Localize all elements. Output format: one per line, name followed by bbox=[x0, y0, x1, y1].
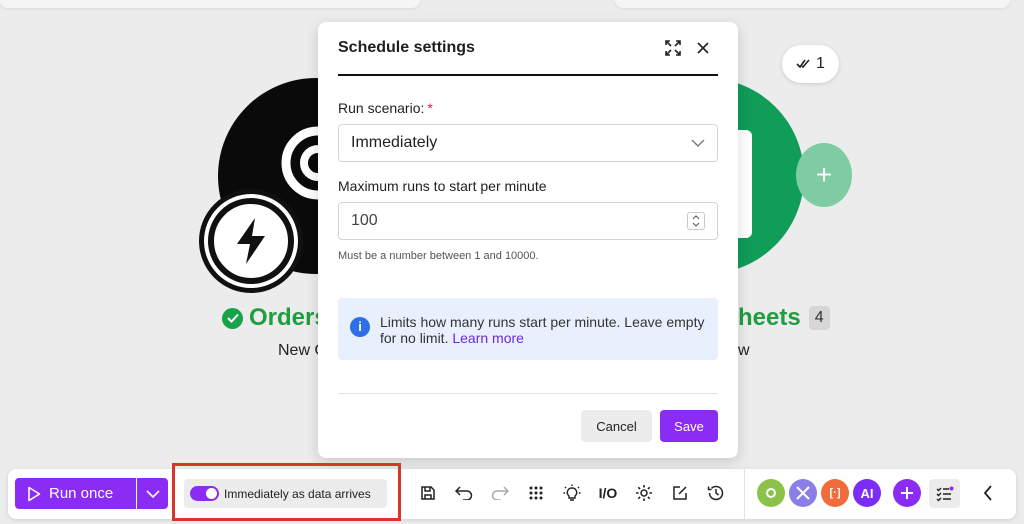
highlight-box bbox=[172, 463, 401, 521]
top-panel-right bbox=[615, 0, 1010, 8]
history-icon[interactable] bbox=[703, 480, 729, 506]
info-icon: i bbox=[350, 317, 370, 337]
redo-icon[interactable] bbox=[487, 480, 513, 506]
info-text: Limits how many runs start per minute. L… bbox=[380, 314, 705, 346]
run-once-label: Run once bbox=[49, 485, 114, 502]
chevron-down-icon bbox=[145, 489, 160, 498]
max-runs-value: 100 bbox=[351, 212, 378, 229]
run-options-button[interactable] bbox=[137, 478, 168, 509]
lightning-icon bbox=[237, 218, 265, 264]
dialog-title: Schedule settings bbox=[338, 39, 475, 56]
chevron-down-icon bbox=[691, 139, 705, 147]
io-icon[interactable]: I/O bbox=[595, 480, 621, 506]
run-once-button[interactable]: Run once bbox=[15, 478, 136, 509]
checklist-icon[interactable] bbox=[929, 479, 960, 508]
run-scenario-value: Immediately bbox=[351, 134, 438, 151]
max-runs-label: Maximum runs to start per minute bbox=[338, 178, 547, 194]
info-callout: i Limits how many runs start per minute.… bbox=[338, 298, 718, 360]
success-check-icon bbox=[222, 307, 243, 329]
orders-module-title: Orders bbox=[222, 304, 328, 332]
sheets-module-name: heets bbox=[738, 304, 801, 331]
orders-module-name: Orders bbox=[249, 304, 328, 331]
expand-icon[interactable] bbox=[658, 33, 688, 63]
max-runs-help: Must be a number between 1 and 10000. bbox=[338, 250, 539, 262]
run-scenario-label: Run scenario: * bbox=[338, 100, 433, 116]
operations-count: 1 bbox=[816, 55, 825, 72]
plus-icon: + bbox=[815, 159, 833, 190]
play-icon bbox=[28, 486, 41, 501]
undo-icon[interactable] bbox=[451, 480, 477, 506]
cancel-button[interactable]: Cancel bbox=[581, 410, 652, 442]
top-panel-left bbox=[0, 0, 420, 8]
save-icon[interactable] bbox=[415, 480, 441, 506]
dialog-divider bbox=[338, 393, 718, 394]
settings-gear-icon[interactable] bbox=[631, 480, 657, 506]
stepper-arrows-icon bbox=[692, 215, 700, 227]
add-module-button[interactable]: + bbox=[796, 143, 852, 207]
text-parser-icon[interactable]: [·] bbox=[821, 479, 849, 507]
required-mark: * bbox=[427, 100, 433, 116]
operations-badge[interactable]: 1 bbox=[782, 45, 839, 83]
sheets-module-title: heets 4 bbox=[738, 304, 830, 332]
close-icon[interactable] bbox=[688, 33, 718, 63]
number-stepper[interactable] bbox=[687, 212, 705, 230]
double-check-icon bbox=[796, 59, 810, 69]
schedule-settings-dialog: Schedule settings Run scenario: * Immedia… bbox=[318, 22, 738, 458]
add-plus-icon[interactable] bbox=[893, 479, 921, 507]
dialog-header: Schedule settings bbox=[338, 22, 718, 76]
sheets-module-subtitle: w bbox=[738, 342, 750, 359]
notes-icon[interactable] bbox=[667, 480, 693, 506]
tools-module-icon[interactable] bbox=[757, 479, 785, 507]
save-button[interactable]: Save bbox=[660, 410, 718, 442]
learn-more-link[interactable]: Learn more bbox=[452, 330, 524, 346]
flow-control-icon[interactable] bbox=[789, 479, 817, 507]
grid-icon[interactable] bbox=[523, 480, 549, 506]
max-runs-input[interactable]: 100 bbox=[338, 202, 718, 240]
toolbar-separator bbox=[744, 469, 745, 519]
ai-module-icon[interactable]: AI bbox=[853, 479, 881, 507]
instant-trigger-badge[interactable] bbox=[199, 189, 303, 293]
lightbulb-icon[interactable] bbox=[559, 480, 585, 506]
module-number-badge: 4 bbox=[808, 306, 830, 330]
run-scenario-label-text: Run scenario: bbox=[338, 100, 425, 116]
run-scenario-select[interactable]: Immediately bbox=[338, 124, 718, 162]
chevron-left-icon[interactable] bbox=[975, 480, 1001, 506]
